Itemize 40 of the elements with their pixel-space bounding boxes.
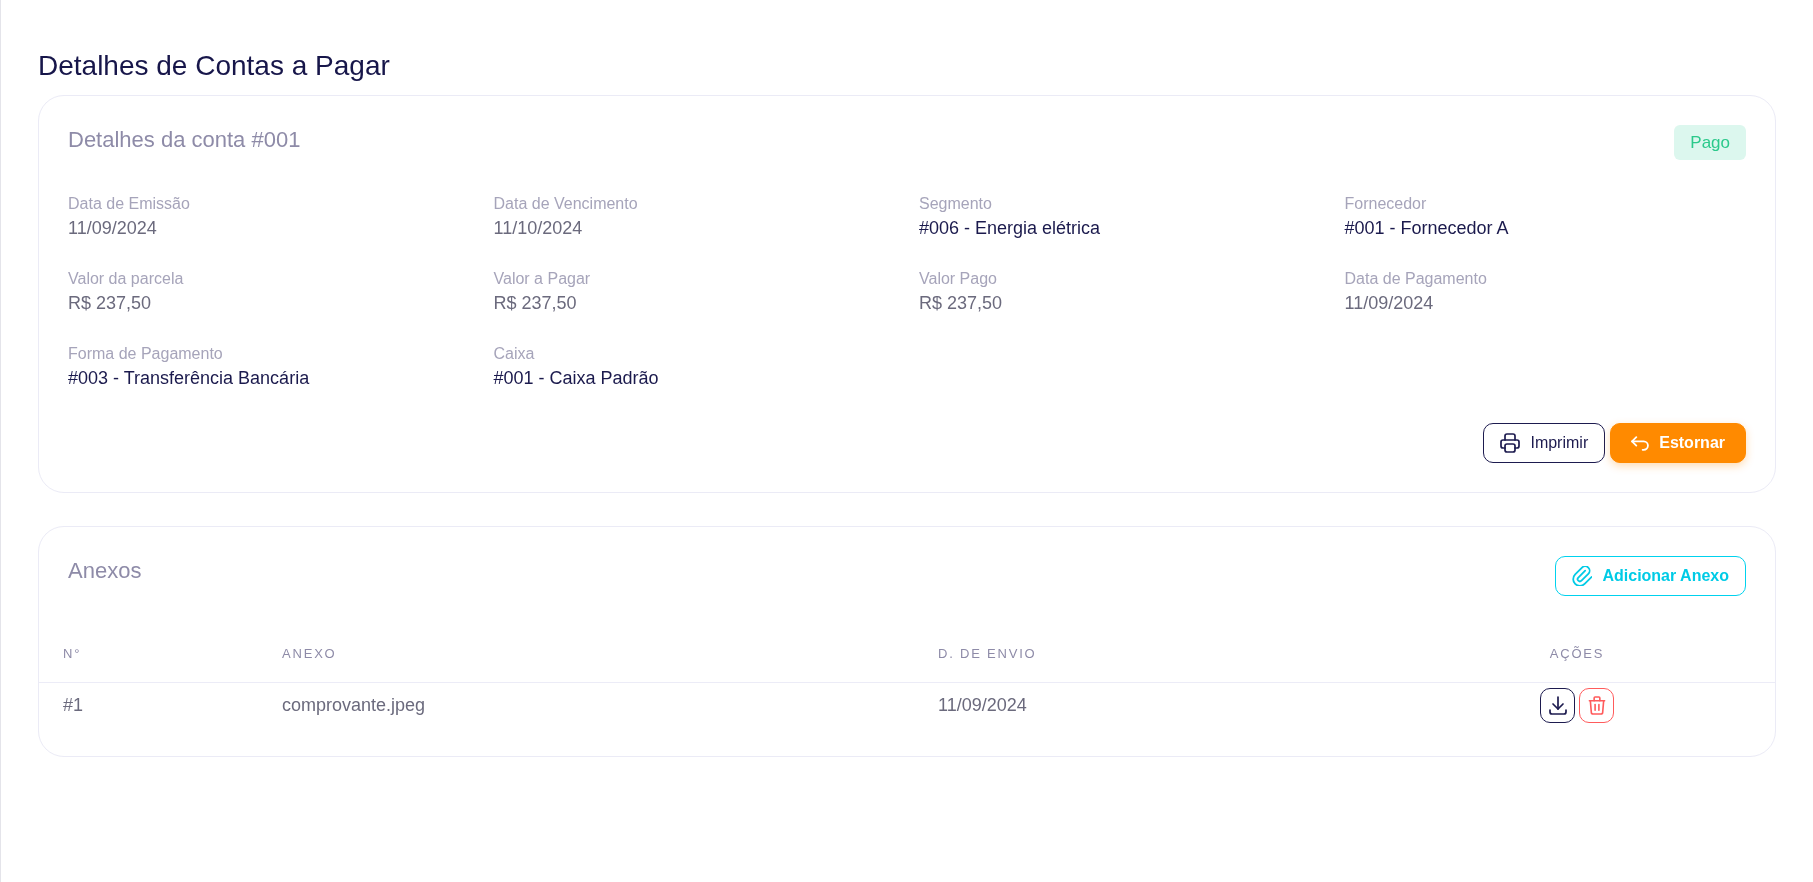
field-label: Fornecedor xyxy=(1344,195,1428,213)
column-header: ANEXO xyxy=(258,626,914,682)
field-label: Caixa xyxy=(493,345,536,363)
field-label: Valor da parcela xyxy=(68,270,185,288)
trash-icon xyxy=(1587,695,1606,715)
add-attachment-button[interactable]: Adicionar Anexo xyxy=(1555,556,1746,596)
paperclip-icon xyxy=(1572,566,1593,586)
field-value: #001 - Caixa Padrão xyxy=(493,367,660,389)
table-cell: comprovante.jpeg xyxy=(258,682,914,728)
printer-icon xyxy=(1500,433,1521,453)
reverse-button[interactable]: Estornar xyxy=(1610,423,1746,463)
print-button[interactable]: Imprimir xyxy=(1483,423,1606,463)
column-header: AÇÕES xyxy=(1379,626,1775,682)
field-label: Data de Vencimento xyxy=(493,195,639,213)
download-icon xyxy=(1548,695,1567,715)
page-title: Detalhes de Contas a Pagar xyxy=(38,49,391,83)
field-value: #001 - Fornecedor A xyxy=(1344,217,1510,239)
field-label: Data de Emissão xyxy=(68,195,191,213)
table-cell: #1 xyxy=(39,682,258,728)
table-cell: 11/09/2024 xyxy=(914,682,1379,728)
column-header: N° xyxy=(39,626,258,682)
field-label: Data de Pagamento xyxy=(1344,270,1488,288)
field-value: #006 - Energia elétrica xyxy=(919,217,1102,239)
field-value: R$ 237,50 xyxy=(68,292,153,314)
field-label: Valor a Pagar xyxy=(493,270,592,288)
field-value: 11/09/2024 xyxy=(68,217,158,239)
card-title: Detalhes da conta #001 xyxy=(68,127,301,153)
field-value: 11/10/2024 xyxy=(493,217,584,239)
field-label: Valor Pago xyxy=(919,270,998,288)
field-label: Segmento xyxy=(919,195,993,213)
download-button[interactable] xyxy=(1540,687,1575,723)
status-badge: Pago xyxy=(1674,125,1746,160)
undo-arrow-icon xyxy=(1631,435,1650,451)
card-title: Anexos xyxy=(68,558,142,584)
field-value: R$ 237,50 xyxy=(493,292,578,314)
field-value: 11/09/2024 xyxy=(1344,292,1435,314)
field-label: Forma de Pagamento xyxy=(68,345,224,363)
field-value: R$ 237,50 xyxy=(919,292,1004,314)
field-value: #003 - Transferência Bancária xyxy=(68,367,311,389)
column-header: D. DE ENVIO xyxy=(914,626,1379,682)
